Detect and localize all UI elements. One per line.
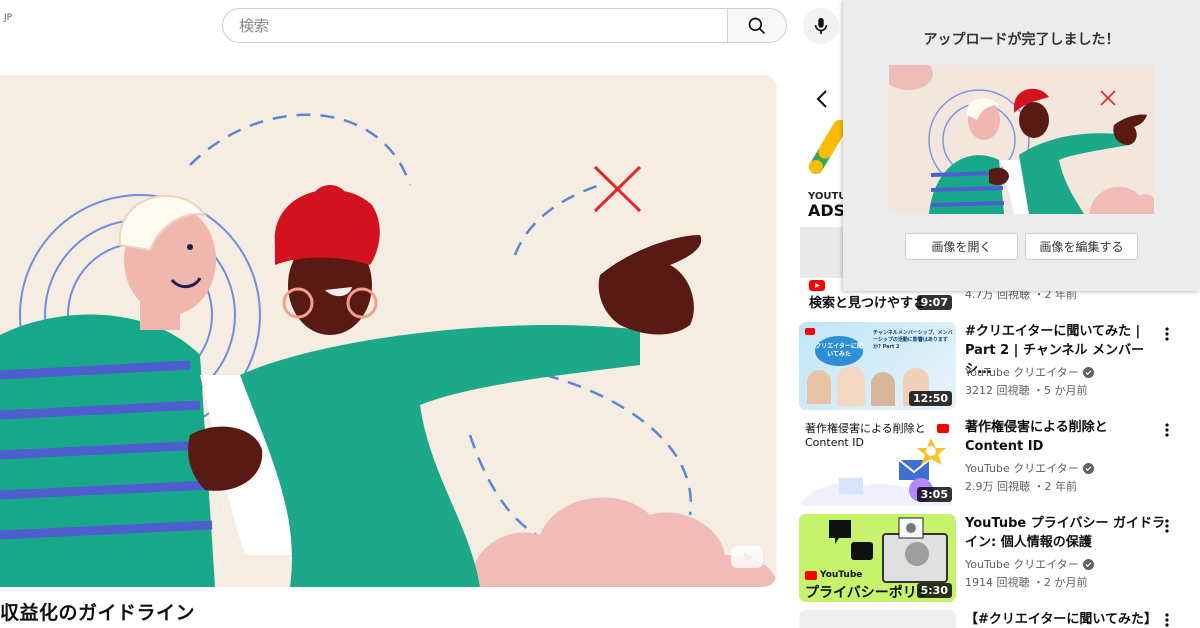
voice-search-button[interactable] [803, 8, 839, 44]
video-duration: 12:50 [908, 391, 952, 406]
video-meta: 2.9万 回視聴 ・2 年前 [965, 480, 1077, 493]
open-image-button[interactable]: 画像を開く [905, 233, 1018, 260]
video-title-line: YouTube プライバシー ガイドラ [965, 516, 1166, 531]
video-thumbnail[interactable]: 著作権侵害による削除と Content ID 3:05 [799, 418, 956, 506]
video-thumbnail[interactable]: YouTube プライバシーポリシ 5:30 [799, 514, 956, 602]
video-duration: 5:30 [916, 583, 952, 598]
more-vert-icon [1165, 327, 1169, 341]
video-title[interactable]: YouTube プライバシー ガイドラ イン: 個人情報の保護 [965, 514, 1165, 552]
list-item[interactable]: YouTube プライバシーポリシ 5:30 YouTube プライバシー ガイ… [799, 514, 1199, 602]
list-item[interactable]: 【#クリエイターに聞いてみた】 [799, 610, 1199, 628]
more-vert-icon [1165, 519, 1169, 533]
channel-name[interactable]: YouTube クリエイター [965, 556, 1094, 572]
channel-label: YouTube クリエイター [965, 462, 1079, 475]
thumb-logo-text: YouTube [820, 570, 863, 580]
promo-label-big: ADSE [808, 201, 844, 220]
more-actions-button[interactable] [1159, 420, 1175, 440]
search-input[interactable]: 検索 [222, 8, 727, 43]
region-code: JP [4, 13, 13, 23]
thumb-badge: クリエイターに聞いてみた [815, 336, 863, 366]
video-title[interactable]: 【#クリエイターに聞いてみた】 [965, 610, 1165, 628]
channel-name[interactable]: YouTube クリエイター [965, 364, 1094, 380]
search-icon [748, 17, 766, 34]
more-vert-icon [1165, 613, 1169, 627]
uploaded-image-preview[interactable] [889, 65, 1154, 214]
video-meta: 1914 回視聴 ・2 か月前 [965, 576, 1088, 589]
thumb-text: プライバシーポリシ [805, 585, 931, 601]
chip-scroll-back-button[interactable] [810, 86, 834, 112]
video-meta: 3212 回視聴 ・5 か月前 [965, 384, 1088, 397]
video-title[interactable]: 著作権侵害による削除と Content ID [965, 418, 1165, 456]
search-bar: 検索 [222, 8, 787, 45]
video-duration: 3:05 [916, 487, 952, 502]
thumb-logo: YouTube [805, 570, 862, 580]
verified-icon [1082, 366, 1094, 378]
chevron-left-icon [816, 90, 827, 108]
promo-card[interactable]: YOUTUBE ADSE [800, 115, 844, 290]
more-vert-icon [1165, 423, 1169, 437]
partial-thumb-text: 検索と見つけやすさ [809, 296, 927, 311]
edit-image-button[interactable]: 画像を編集する [1025, 233, 1138, 260]
list-item[interactable]: クリエイターに聞いてみた チャンネルメンバーシップ、メンバーシップの活動に影響は… [799, 322, 1199, 410]
video-title-line: イン: 個人情報の保護 [965, 535, 1092, 550]
verified-icon [1082, 462, 1094, 474]
verified-icon [1082, 558, 1094, 570]
video-title: 収益化のガイドライン [0, 602, 196, 624]
mic-icon [814, 17, 828, 35]
uploaded-image-illustration [889, 65, 1154, 214]
ads-logo-icon [809, 120, 844, 174]
video-player[interactable] [0, 75, 777, 587]
video-title-line: 著作権侵害による削除と [965, 420, 1108, 435]
thumb-caption: チャンネルメンバーシップ、メンバーシップの活動に影響はありますか? Part 2 [873, 330, 953, 350]
video-thumbnail-illustration [0, 113, 777, 587]
video-thumbnail[interactable]: クリエイターに聞いてみた チャンネルメンバーシップ、メンバーシップの活動に影響は… [799, 322, 956, 410]
video-title-line: Content ID [965, 439, 1044, 454]
more-actions-button[interactable] [1159, 610, 1175, 628]
more-actions-button[interactable] [1159, 516, 1175, 536]
search-button[interactable] [727, 8, 787, 43]
channel-name[interactable]: YouTube クリエイター [965, 460, 1094, 476]
youtube-logo-icon [809, 280, 825, 291]
channel-label: YouTube クリエイター [965, 558, 1079, 571]
popup-title: アップロードが完了しました！ [923, 32, 1120, 48]
video-duration: 9:07 [916, 295, 952, 310]
video-thumbnail[interactable] [799, 610, 956, 628]
upload-complete-popup: アップロードが完了しました！ 画像を開く 画像を編集する [843, 0, 1200, 291]
video-title-line: #クリエイターに聞いてみた | [965, 324, 1141, 339]
channel-label: YouTube クリエイター [965, 366, 1079, 379]
list-item[interactable]: 著作権侵害による削除と Content ID 3:05 著作権侵害による削除と … [799, 418, 1199, 506]
more-actions-button[interactable] [1159, 324, 1175, 344]
